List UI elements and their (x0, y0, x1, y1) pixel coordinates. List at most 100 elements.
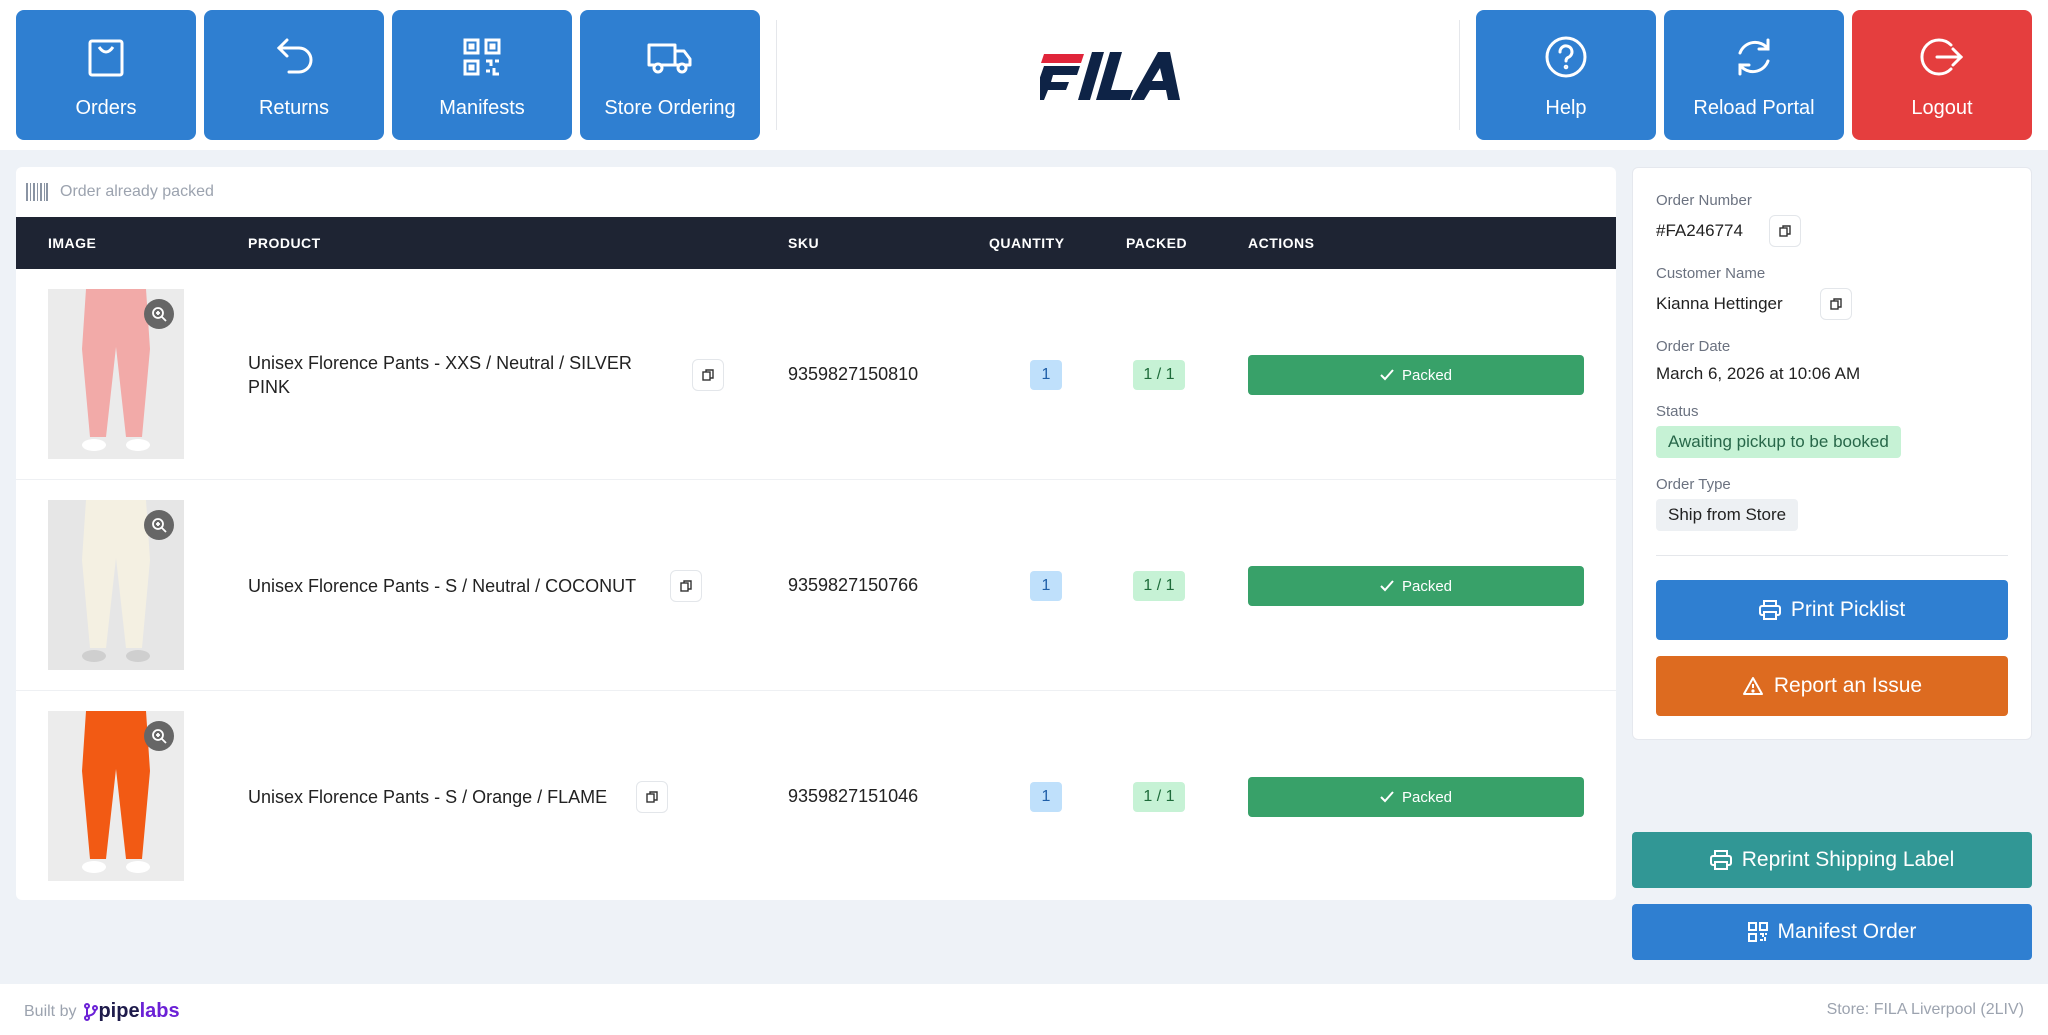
logout-icon (1916, 31, 1968, 83)
order-date-label: Order Date (1656, 338, 1731, 355)
returns-button[interactable]: Returns (204, 10, 384, 140)
packed-count-badge: 1 / 1 (1133, 360, 1185, 390)
store-ordering-button[interactable]: Store Ordering (580, 10, 760, 140)
reload-portal-button[interactable]: Reload Portal (1664, 10, 1844, 140)
table-header: IMAGE PRODUCT SKU QUANTITY PACKED ACTION… (16, 217, 1616, 269)
order-number-label: Order Number (1656, 192, 1752, 209)
copy-icon[interactable] (670, 570, 702, 602)
packed-button[interactable]: Packed (1248, 777, 1584, 817)
manifest-order-button[interactable]: Manifest Order (1632, 904, 2032, 960)
printer-icon (1709, 850, 1732, 870)
zoom-icon[interactable] (144, 510, 174, 540)
copy-icon[interactable] (1820, 288, 1852, 320)
logout-button[interactable]: Logout (1852, 10, 2032, 140)
question-circle-icon (1540, 31, 1592, 83)
column-header-image: IMAGE (48, 235, 97, 251)
copy-icon[interactable] (692, 359, 724, 391)
product-name: Unisex Florence Pants - S / Orange / FLA… (248, 787, 608, 807)
product-image[interactable] (48, 500, 184, 670)
bag-icon (80, 31, 132, 83)
built-by: Built by pipe labs (24, 1000, 180, 1023)
customer-name-label: Customer Name (1656, 265, 1766, 282)
packed-button[interactable]: Packed (1248, 355, 1584, 395)
product-name: Unisex Florence Pants - XXS / Neutral / … (248, 353, 632, 397)
column-header-packed: PACKED (1126, 235, 1188, 251)
fila-logo (1032, 44, 1195, 102)
divider (776, 20, 777, 130)
warning-icon (1742, 677, 1763, 695)
top-navigation-bar: Orders Returns Manifests Store Ordering (0, 0, 2048, 150)
divider (1459, 20, 1460, 130)
product-name: Unisex Florence Pants - S / Neutral / CO… (248, 576, 637, 596)
packed-button[interactable]: Packed (1248, 566, 1584, 606)
status-badge: Awaiting pickup to be booked (1656, 426, 1901, 458)
packed-button-label: Packed (1401, 788, 1453, 806)
store-info: Store: FILA Liverpool (2LIV) (1826, 1001, 2024, 1018)
manifest-order-label: Manifest Order (1777, 920, 1917, 943)
scan-placeholder: Order already packed (60, 183, 214, 200)
table-row: Unisex Florence Pants - S / Neutral / CO… (16, 480, 1616, 691)
sku-value: 9359827150810 (788, 364, 919, 384)
column-header-sku: SKU (788, 235, 820, 251)
pipelabs-logo[interactable]: pipe labs (84, 1000, 180, 1023)
refresh-icon (1728, 31, 1780, 83)
quantity-badge: 1 (1030, 571, 1062, 601)
column-header-quantity: QUANTITY (989, 235, 1065, 251)
table-row: Unisex Florence Pants - S / Orange / FLA… (16, 691, 1616, 902)
zoom-icon[interactable] (144, 299, 174, 329)
order-items-panel: Order already packed IMAGE PRODUCT SKU Q… (16, 167, 1616, 900)
copy-icon[interactable] (636, 781, 668, 813)
check-icon (1380, 791, 1394, 803)
zoom-icon[interactable] (144, 721, 174, 751)
order-type-badge: Ship from Store (1656, 499, 1799, 531)
returns-label: Returns (258, 96, 330, 119)
reprint-shipping-label-text: Reprint Shipping Label (1741, 848, 1955, 871)
report-issue-label: Report an Issue (1773, 674, 1923, 697)
reload-portal-label: Reload Portal (1693, 96, 1815, 119)
store-ordering-label: Store Ordering (604, 96, 736, 119)
manifests-button[interactable]: Manifests (392, 10, 572, 140)
check-icon (1380, 580, 1394, 592)
order-number-value: #FA246774 (1656, 221, 1743, 240)
barcode-icon (26, 183, 48, 201)
print-picklist-button[interactable]: Print Picklist (1656, 580, 2008, 640)
qr-code-icon (1747, 922, 1768, 942)
print-picklist-label: Print Picklist (1790, 598, 1906, 621)
built-by-label: Built by (24, 1002, 77, 1020)
report-issue-button[interactable]: Report an Issue (1656, 656, 2008, 716)
pipelabs-brand-a: pipe (98, 1000, 140, 1022)
column-header-actions: ACTIONS (1248, 235, 1315, 251)
packed-count-badge: 1 / 1 (1133, 571, 1185, 601)
product-image[interactable] (48, 711, 184, 881)
orders-label: Orders (75, 96, 137, 119)
customer-name-value: Kianna Hettinger (1656, 294, 1783, 313)
packed-button-label: Packed (1401, 366, 1453, 384)
manifests-label: Manifests (439, 96, 525, 119)
undo-arrow-icon (268, 31, 320, 83)
truck-icon (644, 31, 696, 83)
packed-button-label: Packed (1401, 577, 1453, 595)
order-date-value: March 6, 2026 at 10:06 AM (1656, 364, 1861, 383)
quantity-badge: 1 (1030, 360, 1062, 390)
pipelabs-brand-b: labs (139, 1000, 180, 1022)
barcode-scan-field[interactable]: Order already packed (16, 167, 1616, 217)
footer: Built by pipe labs Store: FILA Liverpool … (0, 984, 2048, 1035)
sku-value: 9359827150766 (788, 575, 919, 595)
packed-count-badge: 1 / 1 (1133, 782, 1185, 812)
reprint-shipping-label-button[interactable]: Reprint Shipping Label (1632, 832, 2032, 888)
status-label: Status (1656, 403, 1699, 420)
quantity-badge: 1 (1030, 782, 1062, 812)
order-details-panel: Order Number #FA246774 Customer Name Kia… (1632, 167, 2032, 740)
help-label: Help (1545, 96, 1587, 119)
copy-icon[interactable] (1769, 215, 1801, 247)
qr-code-icon (456, 31, 508, 83)
branch-icon (84, 1002, 99, 1021)
table-row: Unisex Florence Pants - XXS / Neutral / … (16, 269, 1616, 480)
order-type-label: Order Type (1656, 476, 1731, 493)
product-image[interactable] (48, 289, 184, 459)
printer-icon (1758, 600, 1781, 620)
orders-button[interactable]: Orders (16, 10, 196, 140)
sku-value: 9359827151046 (788, 786, 919, 806)
help-button[interactable]: Help (1476, 10, 1656, 140)
check-icon (1380, 369, 1394, 381)
